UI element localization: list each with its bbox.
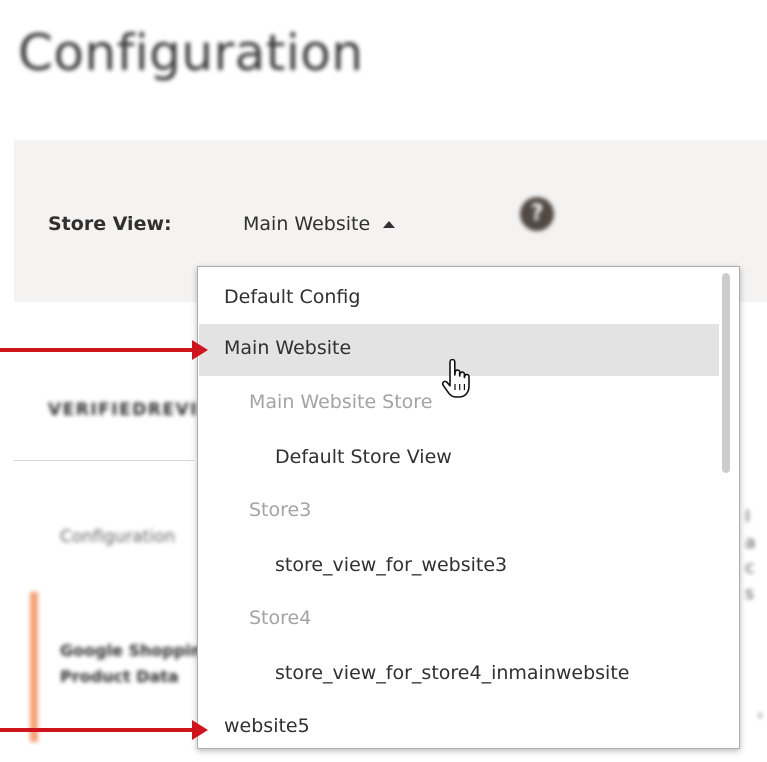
dropdown-group-store4: Store4 <box>249 607 312 629</box>
dropdown-group-store3: Store3 <box>249 499 312 521</box>
config-menu-item[interactable]: Google Shopping Product Data <box>60 638 214 689</box>
caret-up-icon <box>383 221 396 228</box>
dropdown-option-default-store-view[interactable]: Default Store View <box>199 441 719 477</box>
right-chevron-icon: › <box>757 705 764 724</box>
active-item-border <box>30 592 38 742</box>
dropdown-scrollbar[interactable] <box>722 273 730 473</box>
config-menu-item-line2: Product Data <box>60 666 179 686</box>
dropdown-option-default-config[interactable]: Default Config <box>199 279 719 319</box>
store-view-current: Main Website <box>243 213 371 235</box>
page-title: Configuration <box>18 24 364 82</box>
red-arrow-website5-icon <box>0 720 208 740</box>
hand-pointer-cursor-icon <box>441 359 470 398</box>
config-menu-item-line1: Google Shopping <box>60 641 214 660</box>
store-view-label: Store View: <box>48 213 172 235</box>
red-arrow-main-website-icon <box>0 340 208 360</box>
help-question-icon[interactable]: ? <box>520 197 554 231</box>
store-view-dropdown[interactable]: Default Config Main Website Main Website… <box>197 266 740 749</box>
configuration-tab[interactable]: Configuration <box>60 527 175 547</box>
dropdown-list: Default Config Main Website Main Website… <box>198 267 739 748</box>
dropdown-option-website5[interactable]: website5 <box>199 709 719 745</box>
divider <box>14 460 194 461</box>
dropdown-option-store-view-for-website3[interactable]: store_view_for_website3 <box>199 549 719 585</box>
dropdown-option-store-view-for-store4-inmainwebsite[interactable]: store_view_for_store4_inmainwebsite <box>199 657 719 693</box>
right-description-text: I a c s <box>745 507 756 604</box>
store-view-switcher[interactable]: Main Website <box>243 213 396 235</box>
